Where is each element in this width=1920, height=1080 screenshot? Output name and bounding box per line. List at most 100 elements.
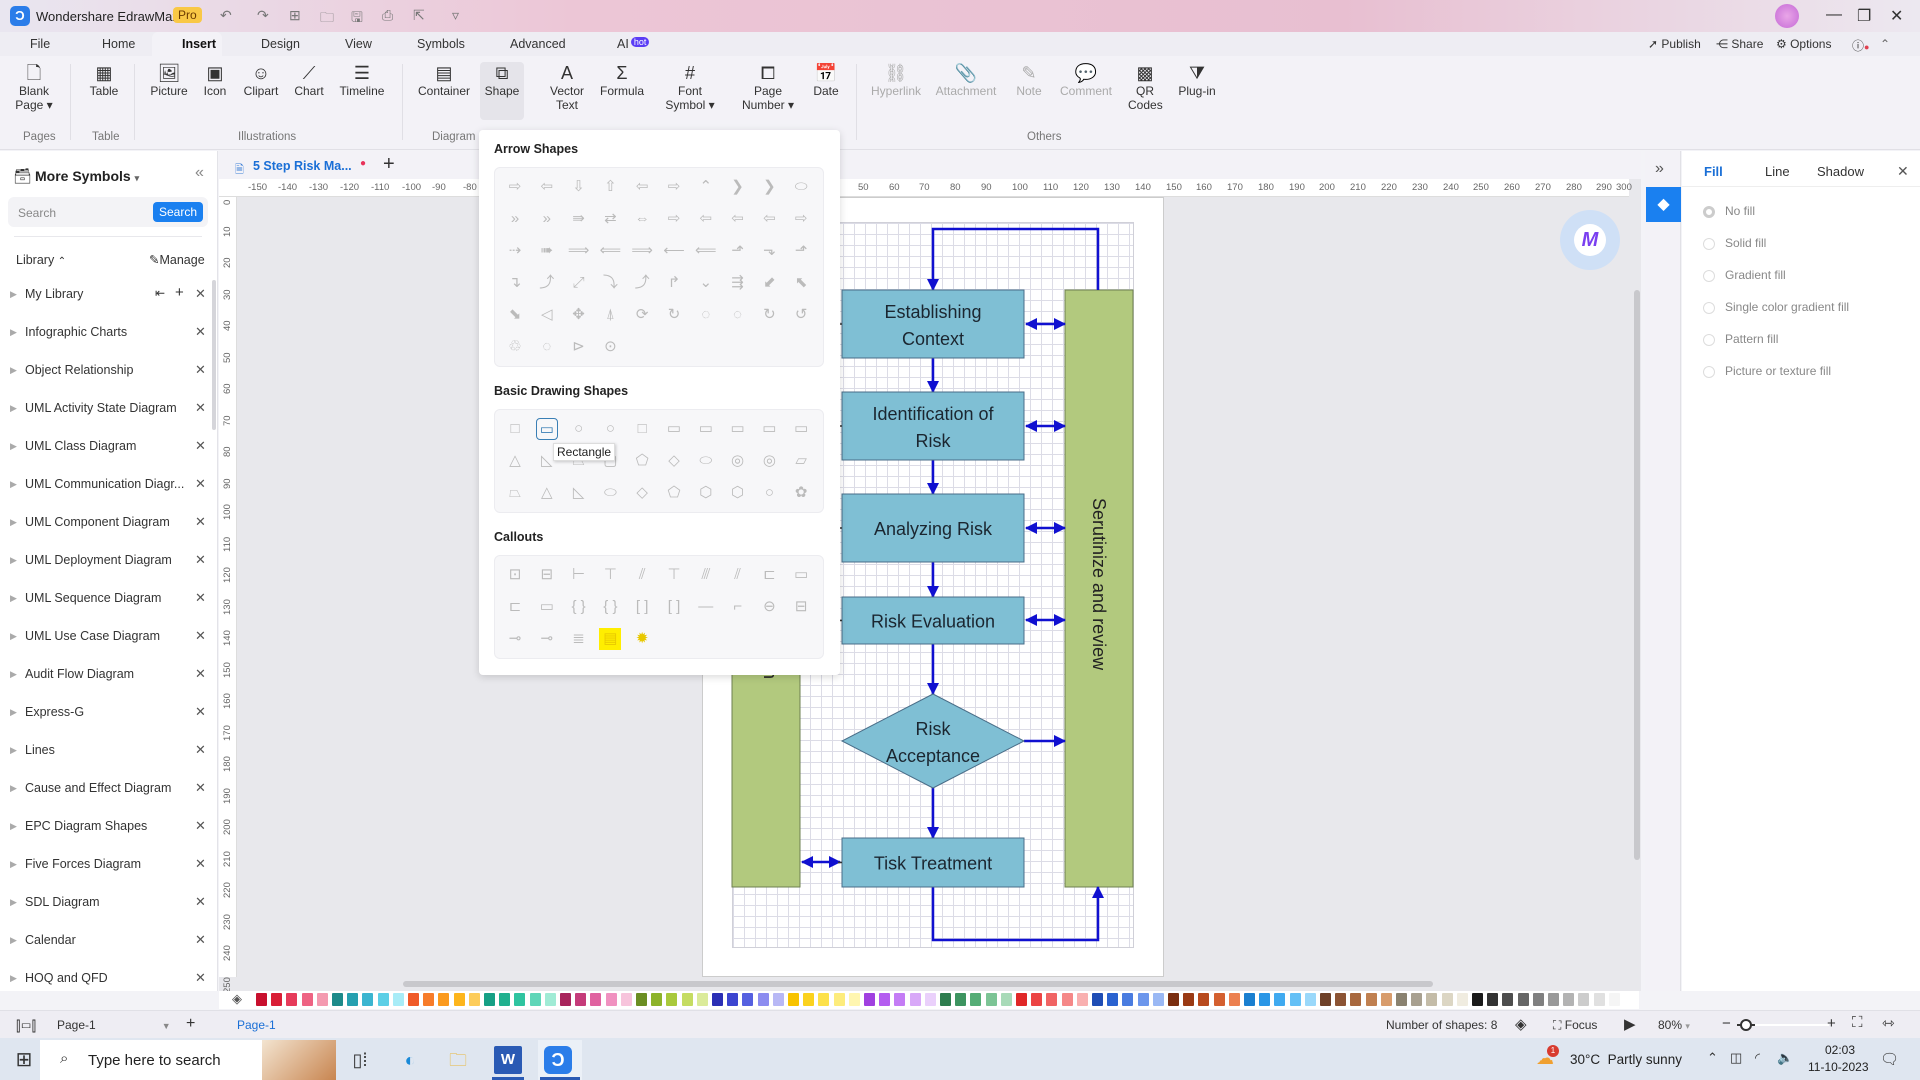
arrow-shape-item[interactable]: ⬋ xyxy=(758,272,780,294)
arrow-shape-item[interactable]: ↻ xyxy=(663,304,685,326)
color-swatch[interactable] xyxy=(970,993,982,1006)
callout-shape-item[interactable]: ⌐ xyxy=(727,596,749,618)
arrow-shape-item[interactable]: ⬏ xyxy=(790,240,812,262)
basic-shape-item[interactable]: ◺ xyxy=(568,482,590,504)
color-swatch[interactable] xyxy=(1608,993,1620,1006)
color-swatch[interactable] xyxy=(332,993,343,1006)
color-swatch[interactable] xyxy=(1076,993,1088,1006)
color-swatch[interactable] xyxy=(590,993,602,1006)
arrow-shape-item[interactable]: ⇄ xyxy=(599,208,621,230)
color-swatch[interactable] xyxy=(1320,993,1331,1006)
arrow-shape-item[interactable]: ❯ xyxy=(758,176,780,198)
show-hidden-icons[interactable]: ⌃ xyxy=(1707,1050,1718,1066)
clock-date[interactable]: 11-10-2023 xyxy=(1808,1060,1869,1074)
basic-shape-item[interactable]: ◇ xyxy=(631,482,653,504)
basic-shape-item[interactable]: ✿ xyxy=(790,482,812,504)
arrow-shape-item[interactable]: ↻ xyxy=(758,304,780,326)
color-swatch[interactable] xyxy=(605,993,617,1006)
callout-shape-item[interactable]: ⫽ xyxy=(727,564,749,586)
color-swatch[interactable] xyxy=(423,993,435,1006)
callout-shape-item[interactable]: { } xyxy=(599,596,621,618)
volume-icon[interactable]: 🔈 xyxy=(1777,1050,1793,1066)
color-swatch[interactable] xyxy=(529,993,541,1006)
color-swatch[interactable] xyxy=(1472,993,1483,1006)
page-select[interactable]: Page-1 ▼ xyxy=(57,1018,171,1032)
arrow-shape-item[interactable]: ⬎ xyxy=(758,240,780,262)
notifications-icon[interactable]: 🗨 xyxy=(1880,1050,1899,1068)
color-swatch[interactable] xyxy=(438,993,450,1006)
color-swatch[interactable] xyxy=(392,993,404,1006)
arrow-shape-item[interactable]: ⌄ xyxy=(695,272,717,294)
edge-browser-icon[interactable]: ◐ xyxy=(396,1046,424,1074)
fill-bucket-icon[interactable]: ◆ xyxy=(1646,187,1681,222)
meet-now-icon[interactable]: ◫ xyxy=(1730,1050,1742,1066)
arrow-shape-item[interactable]: ↺ xyxy=(790,304,812,326)
horizontal-scrollbar[interactable] xyxy=(403,981,1433,987)
color-swatch[interactable] xyxy=(1061,993,1073,1006)
callout-shape-item[interactable]: ⊟ xyxy=(790,596,812,618)
radio-button[interactable] xyxy=(1703,237,1715,250)
arrow-shape-item[interactable]: ⬭ xyxy=(790,176,812,198)
arrow-shape-item[interactable]: ⟸ xyxy=(599,240,622,262)
radio-button[interactable] xyxy=(1703,365,1715,378)
basic-shape-item[interactable]: ▱ xyxy=(790,450,812,472)
arrow-shape-item[interactable]: ⇦ xyxy=(536,176,558,198)
arrow-shape-item[interactable]: ⇢ xyxy=(504,240,526,262)
arrow-shape-item[interactable]: ⟸ xyxy=(695,240,717,262)
callout-shape-item[interactable]: ⊤ xyxy=(599,564,621,586)
basic-shape-item[interactable]: □ xyxy=(631,418,653,440)
color-swatch[interactable] xyxy=(484,993,495,1006)
color-swatch[interactable] xyxy=(544,993,556,1006)
expand-panel-icon[interactable]: » xyxy=(1655,160,1664,178)
callout-shape-item[interactable]: ⊟ xyxy=(536,564,558,586)
color-swatch[interactable] xyxy=(681,993,693,1006)
basic-shape-item[interactable]: △ xyxy=(536,482,558,504)
arrow-shape-item[interactable]: ♲ xyxy=(504,336,526,358)
callout-shape-item[interactable]: ⊸ xyxy=(536,628,558,650)
arrow-shape-item[interactable]: ⊳ xyxy=(568,336,590,358)
callout-shape-item[interactable]: [ ] xyxy=(631,596,653,618)
fit-width-icon[interactable]: ⇿ xyxy=(1882,1014,1895,1032)
color-swatch[interactable] xyxy=(1426,993,1438,1006)
windows-start-icon[interactable]: ⊞ xyxy=(10,1046,38,1074)
arrow-shape-item[interactable]: ⤢ xyxy=(568,272,590,294)
color-swatch[interactable] xyxy=(1517,993,1529,1006)
arrow-shape-item[interactable]: ⬏ xyxy=(727,240,749,262)
color-swatch[interactable] xyxy=(636,993,647,1006)
basic-shape-item[interactable]: △ xyxy=(504,450,526,472)
arrow-shape-item[interactable]: ↱ xyxy=(663,272,685,294)
arrow-shape-item[interactable]: ⤴ xyxy=(536,272,558,294)
color-swatch[interactable] xyxy=(985,993,997,1006)
file-explorer-icon[interactable]: 🗀 xyxy=(444,1046,472,1074)
arrow-shape-item[interactable]: ⤴ xyxy=(631,272,653,294)
basic-shape-item[interactable]: ⬭ xyxy=(695,450,717,472)
color-swatch[interactable] xyxy=(1046,993,1058,1006)
arrow-shape-item[interactable]: ⇛ xyxy=(568,208,590,230)
radio-button[interactable] xyxy=(1703,301,1715,314)
color-swatch[interactable] xyxy=(1031,993,1043,1006)
color-swatch[interactable] xyxy=(1532,993,1544,1006)
color-swatch[interactable] xyxy=(1244,993,1255,1006)
arrow-shape-item[interactable]: ⇩ xyxy=(568,176,590,198)
color-swatch[interactable] xyxy=(1092,993,1103,1006)
color-swatch[interactable] xyxy=(772,993,784,1006)
layers-icon[interactable]: ◈ xyxy=(1515,1015,1527,1033)
color-swatch[interactable] xyxy=(560,993,571,1006)
arrow-shape-item[interactable]: ⇧ xyxy=(599,176,621,198)
color-swatch[interactable] xyxy=(301,993,313,1006)
color-swatch[interactable] xyxy=(864,993,875,1006)
step-risk-evaluation[interactable]: Risk Evaluation xyxy=(838,596,1025,645)
basic-shape-item[interactable]: ▭ xyxy=(727,418,749,440)
color-swatch[interactable] xyxy=(499,993,511,1006)
clock-time[interactable]: 02:03 xyxy=(1825,1043,1855,1057)
color-swatch[interactable] xyxy=(757,993,769,1006)
color-swatch[interactable] xyxy=(1396,993,1407,1006)
color-swatch[interactable] xyxy=(1365,993,1377,1006)
fill-option[interactable]: Pattern fill xyxy=(1703,332,1778,346)
radio-button[interactable] xyxy=(1703,205,1715,218)
color-swatch[interactable] xyxy=(453,993,465,1006)
arrow-shape-item[interactable]: » xyxy=(504,208,526,230)
step-risk-acceptance[interactable]: Risk Acceptance xyxy=(840,693,1026,789)
arrow-shape-item[interactable]: ⇦ xyxy=(695,208,717,230)
color-swatch[interactable] xyxy=(1593,993,1605,1006)
